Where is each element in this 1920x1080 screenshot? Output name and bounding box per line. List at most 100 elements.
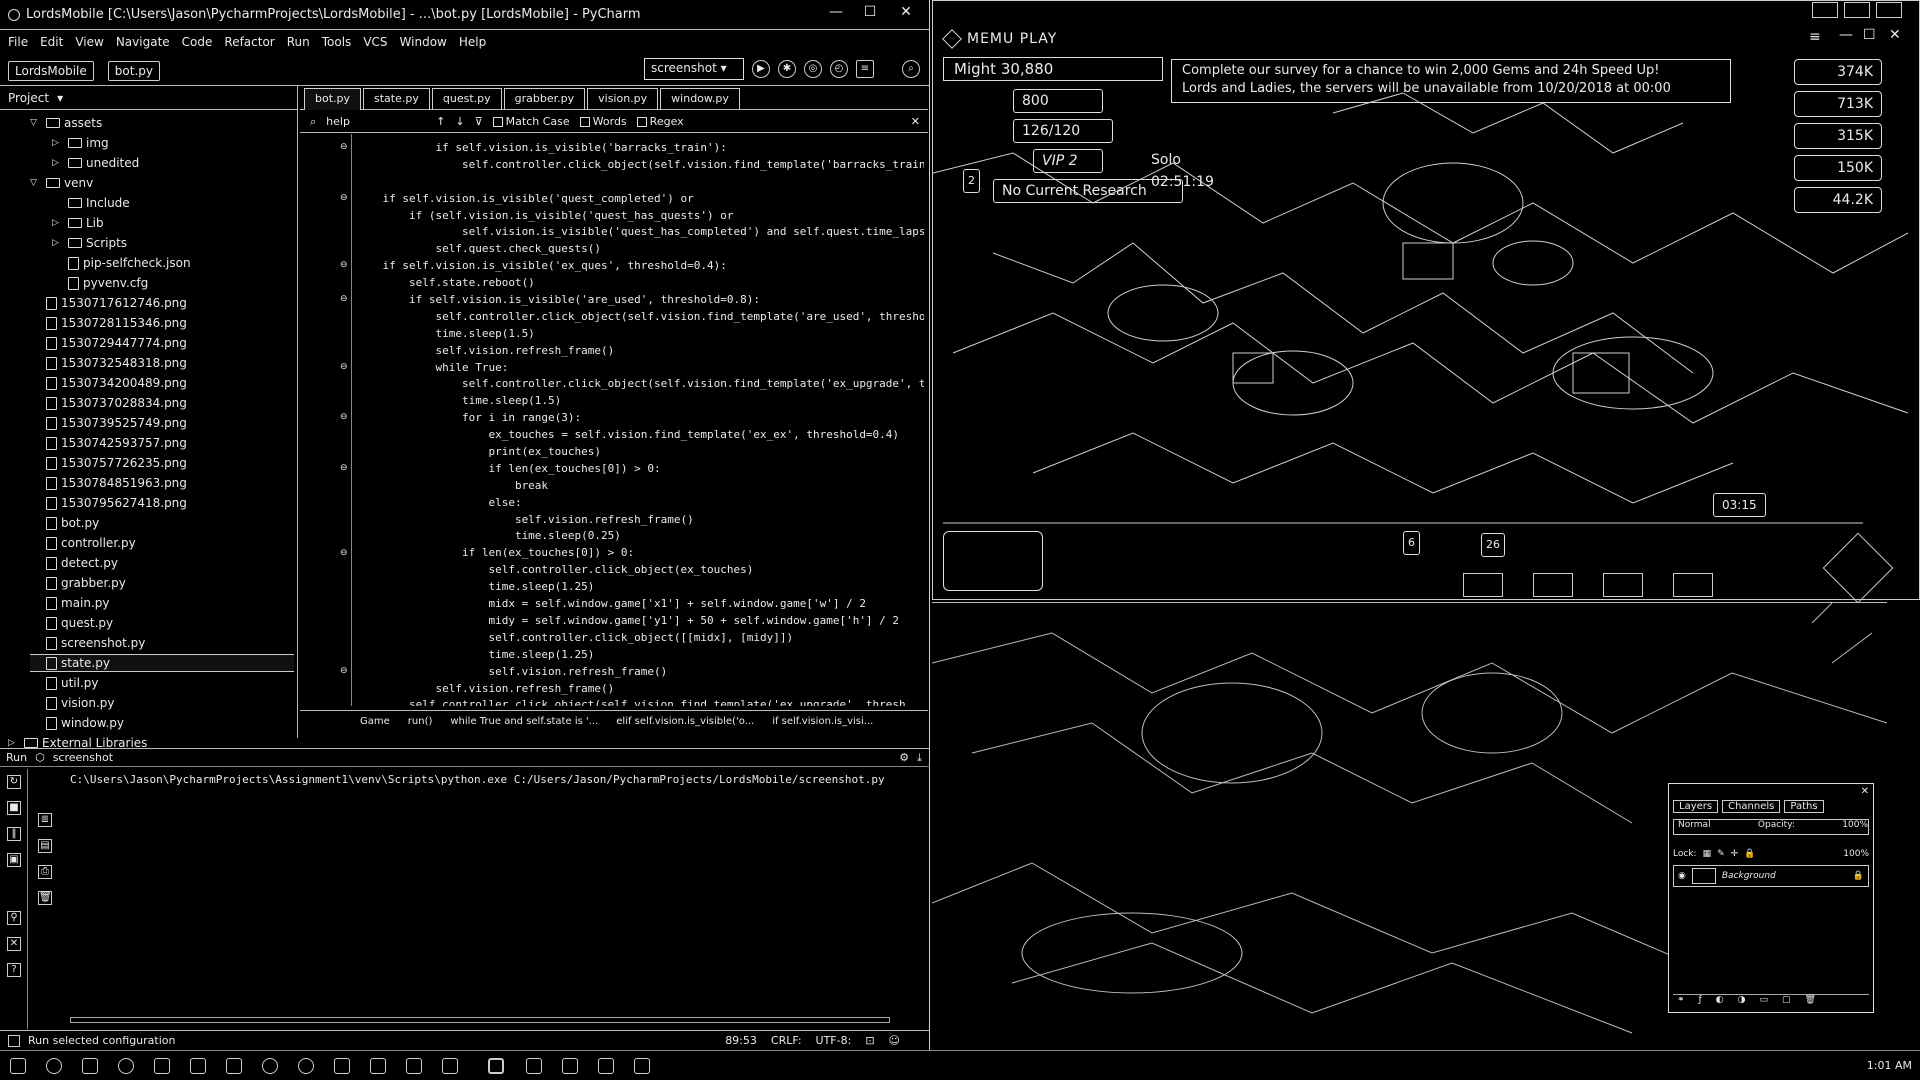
tree-file[interactable]: window.py xyxy=(30,714,294,732)
resource-gold[interactable]: 44.2K xyxy=(1794,187,1882,213)
expand-arrow-icon[interactable]: ▽ xyxy=(30,178,42,188)
fold-marker-icon[interactable]: ⊖ xyxy=(340,260,348,270)
tab-bot[interactable]: bot.py xyxy=(304,88,362,110)
research-status[interactable]: No Current Research xyxy=(993,179,1183,203)
app-icon[interactable] xyxy=(562,1058,578,1074)
close-icon[interactable]: ✕ xyxy=(911,115,920,128)
app-icon[interactable] xyxy=(334,1058,350,1074)
troops-counter[interactable]: 126/120 xyxy=(1013,119,1113,143)
tab-paths[interactable]: Paths xyxy=(1784,800,1824,813)
lock-move-icon[interactable]: ✛ xyxy=(1731,849,1739,859)
pin-icon[interactable]: ⚲ xyxy=(7,911,21,925)
new-layer-icon[interactable]: ▢ xyxy=(1782,995,1791,1008)
regex-option[interactable]: Regex xyxy=(636,115,684,128)
inspector-icon[interactable]: ☺ xyxy=(889,1034,900,1047)
tree-folder[interactable]: ▷ img xyxy=(52,134,294,152)
tree-folder[interactable]: ▽ assets xyxy=(30,114,294,132)
chrome-icon[interactable] xyxy=(298,1058,314,1074)
announcement-banner[interactable]: Complete our survey for a chance to win … xyxy=(1171,59,1731,103)
find-next-icon[interactable]: ↓ xyxy=(455,115,464,128)
minimize-button[interactable]: — xyxy=(1839,27,1854,43)
menu-file[interactable]: File xyxy=(8,35,28,49)
tree-file[interactable]: 1530757726235.png xyxy=(30,454,294,472)
tree-file[interactable]: 1530739525749.png xyxy=(30,414,294,432)
status-icon[interactable] xyxy=(8,1034,20,1047)
rerun-icon[interactable]: ↻ xyxy=(7,775,21,789)
maximize-button[interactable]: ☐ xyxy=(1863,27,1877,43)
close-icon[interactable]: ✕ xyxy=(1861,786,1869,797)
tree-file[interactable]: bot.py xyxy=(30,514,294,532)
start-icon[interactable] xyxy=(10,1058,26,1074)
app-icon[interactable] xyxy=(442,1058,458,1074)
pause-icon[interactable]: ‖ xyxy=(7,827,21,841)
breadcrumb-project[interactable]: LordsMobile xyxy=(8,60,94,81)
guild-icon[interactable] xyxy=(1463,573,1503,597)
might-counter[interactable]: Might 30,880 xyxy=(943,57,1163,81)
breadcrumb-item[interactable]: while True and self.state is '... xyxy=(450,716,598,727)
search-icon[interactable]: ⌕ xyxy=(902,60,920,78)
help-icon[interactable]: ? xyxy=(7,963,21,977)
build-timer[interactable]: 03:15 xyxy=(1713,493,1766,517)
run-icon[interactable]: ▶ xyxy=(752,60,770,78)
app-icon[interactable] xyxy=(226,1058,242,1074)
tree-file[interactable]: quest.py xyxy=(30,614,294,632)
memu-icon[interactable] xyxy=(526,1058,542,1074)
menu-navigate[interactable]: Navigate xyxy=(116,35,170,49)
code-area[interactable]: if self.vision.is_visible('barracks_trai… xyxy=(356,140,924,706)
quest-scroll-icon[interactable] xyxy=(943,531,1043,591)
trash-icon[interactable]: 🗑 xyxy=(38,891,52,905)
tab-channels[interactable]: Channels xyxy=(1722,800,1781,813)
tab-state[interactable]: state.py xyxy=(363,88,430,110)
file-encoding[interactable]: UTF-8: xyxy=(816,1034,852,1047)
layer-row[interactable]: ◉ Background 🔒 xyxy=(1673,865,1869,887)
mask-icon[interactable]: ◐ xyxy=(1716,995,1724,1008)
breadcrumb-item[interactable]: if self.vision.is_visi... xyxy=(772,716,873,727)
words-option[interactable]: Words xyxy=(579,115,627,128)
link-icon[interactable]: ⚭ xyxy=(1677,995,1685,1008)
trash-icon[interactable]: 🗑 xyxy=(1804,995,1815,1008)
lock-icon[interactable]: 🔒 xyxy=(1744,849,1755,859)
tree-file[interactable]: grabber.py xyxy=(30,574,294,592)
stop-icon[interactable]: ■ xyxy=(7,801,21,815)
alliance-icon[interactable] xyxy=(1533,573,1573,597)
resource-stone[interactable]: 713K xyxy=(1794,91,1882,117)
tree-folder[interactable]: ▷ unedited xyxy=(52,154,294,172)
vip-badge[interactable]: VIP 2 xyxy=(1033,149,1103,173)
resource-ore[interactable]: 150K xyxy=(1794,155,1882,181)
structure-icon[interactable]: ≡ xyxy=(856,60,874,78)
opacity-input[interactable]: 100% xyxy=(1842,820,1868,834)
app-icon[interactable] xyxy=(634,1058,650,1074)
tree-file[interactable]: 1530795627418.png xyxy=(30,494,294,512)
bag-badge[interactable]: 6 xyxy=(1403,531,1420,555)
tree-file[interactable]: 1530737028834.png xyxy=(30,394,294,412)
fill-input[interactable]: 100% xyxy=(1843,849,1869,859)
hero-icon[interactable] xyxy=(1603,573,1643,597)
tree-file[interactable]: 1530742593757.png xyxy=(30,434,294,452)
expand-arrow-icon[interactable]: ▽ xyxy=(30,118,42,128)
maximize-button[interactable]: ☐ xyxy=(856,4,884,24)
fold-marker-icon[interactable]: ⊖ xyxy=(340,548,348,558)
items-icon[interactable] xyxy=(1673,573,1713,597)
menu-code[interactable]: Code xyxy=(182,35,213,49)
adjustment-icon[interactable]: ◑ xyxy=(1738,995,1746,1008)
menu-view[interactable]: View xyxy=(75,35,103,49)
scroll-end-icon[interactable]: ≣ xyxy=(38,813,52,827)
resource-wood[interactable]: 315K xyxy=(1794,123,1882,149)
lock-pixels-icon[interactable]: ▦ xyxy=(1703,849,1712,859)
tab-quest[interactable]: quest.py xyxy=(431,88,502,110)
blend-mode-select[interactable]: Normal xyxy=(1678,820,1711,834)
resource-food[interactable]: 374K xyxy=(1794,59,1882,85)
project-label[interactable]: Project xyxy=(8,91,49,105)
line-separator[interactable]: CRLF: xyxy=(771,1034,802,1047)
menu-help[interactable]: Help xyxy=(459,35,486,49)
find-input[interactable]: help xyxy=(326,115,426,128)
match-case-option[interactable]: Match Case xyxy=(492,115,570,128)
tab-vision[interactable]: vision.py xyxy=(587,88,659,110)
menu-window[interactable]: Window xyxy=(400,35,447,49)
tree-file[interactable]: 1530732548318.png xyxy=(30,354,294,372)
tree-file[interactable]: screenshot.py xyxy=(30,634,294,652)
coverage-icon[interactable]: ◎ xyxy=(804,60,822,78)
menu-vcs[interactable]: VCS xyxy=(363,35,387,49)
tree-file[interactable]: util.py xyxy=(30,674,294,692)
filter-icon[interactable]: ⊽ xyxy=(475,115,483,128)
